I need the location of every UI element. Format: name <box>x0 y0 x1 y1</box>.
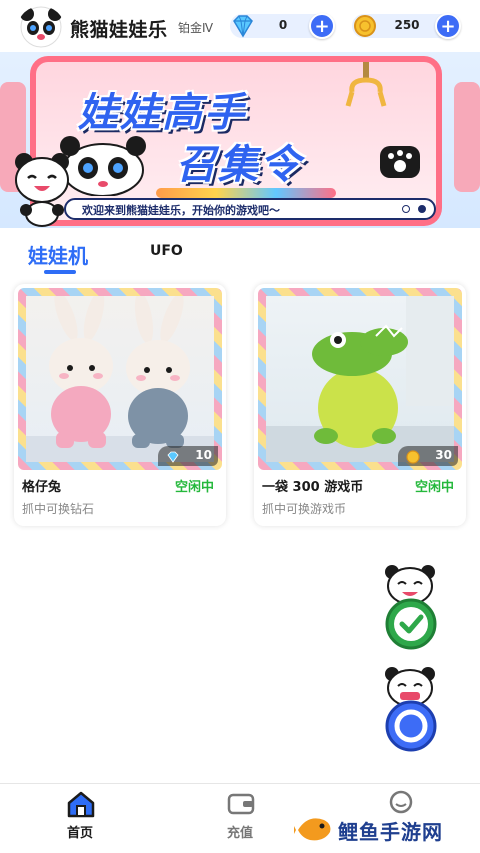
machine-card[interactable]: 30 一袋 300 游戏币 空闲中 抓中可换游戏币 <box>254 284 466 526</box>
crocodile-plush-image <box>266 296 454 462</box>
watermark: 鲤鱼手游网 <box>294 808 474 850</box>
home-icon <box>66 790 96 818</box>
active-tab-indicator <box>44 270 76 274</box>
price-badge: 10 <box>158 446 218 466</box>
nav-recharge[interactable]: 充值 <box>190 784 290 853</box>
panda-mascot-icon <box>15 153 69 227</box>
coin-icon <box>406 449 420 464</box>
nav-recharge-label: 充值 <box>226 826 253 841</box>
carousel-dot-active[interactable] <box>418 205 426 213</box>
add-coins-button[interactable]: + <box>435 13 461 39</box>
add-diamonds-button[interactable]: + <box>309 13 335 39</box>
banner-buttons-row <box>156 188 336 198</box>
app-title: 熊猫娃娃乐 <box>70 19 168 41</box>
machine-status: 空闲中 <box>414 480 454 495</box>
machine-photo: 10 <box>18 288 222 470</box>
promo-banner[interactable]: 娃娃高手 召集令 欢迎来到熊猫娃娃乐，开始你的游戏吧～ <box>0 52 480 228</box>
banner-side-right <box>454 82 480 192</box>
bunny-plush-image <box>26 296 214 462</box>
coin-icon <box>350 11 380 41</box>
coin-balance: 250 + <box>350 11 461 41</box>
top-bar: 熊猫娃娃乐 铂金Ⅳ 0 + 250 + <box>0 0 480 52</box>
diamond-icon <box>228 11 258 41</box>
diamond-icon <box>166 449 180 463</box>
diamond-count: 0 <box>278 18 288 32</box>
machine-status: 空闲中 <box>174 480 214 495</box>
machine-name: 格仔兔 <box>22 480 62 495</box>
rank-label: 铂金Ⅳ <box>178 21 214 35</box>
exchange-float-button[interactable] <box>378 666 444 752</box>
checkin-float-button[interactable] <box>378 564 444 650</box>
category-tabs: 娃娃机 UFO <box>0 228 480 278</box>
watermark-text: 鲤鱼手游网 <box>338 820 443 844</box>
banner-inner: 娃娃高手 召集令 <box>36 62 436 220</box>
carousel-dot[interactable] <box>402 205 410 213</box>
announcement-marquee: 欢迎来到熊猫娃娃乐，开始你的游戏吧～ <box>64 198 436 220</box>
tab-claw-machine[interactable]: 娃娃机 <box>28 240 88 269</box>
nav-home-label: 首页 <box>66 826 93 841</box>
avatar[interactable] <box>18 6 64 48</box>
nav-home[interactable]: 首页 <box>30 784 130 853</box>
machine-name: 一袋 300 游戏币 <box>262 480 364 495</box>
paw-icon <box>380 146 420 178</box>
banner-title-line2: 召集令 <box>176 142 302 188</box>
diamond-balance: 0 + <box>228 11 335 41</box>
price-badge: 30 <box>398 446 458 466</box>
coin-count: 250 <box>394 18 420 32</box>
claw-icon <box>345 62 387 107</box>
price-value: 10 <box>195 448 212 462</box>
banner-title-line1: 娃娃高手 <box>78 90 246 136</box>
marquee-text: 欢迎来到熊猫娃娃乐，开始你的游戏吧～ <box>82 204 280 217</box>
machine-card[interactable]: 10 格仔兔 空闲中 抓中可换钻石 <box>14 284 226 526</box>
machine-reward: 抓中可换游戏币 <box>262 502 347 516</box>
price-value: 30 <box>435 448 452 462</box>
tab-ufo[interactable]: UFO <box>150 243 183 259</box>
machine-photo: 30 <box>258 288 462 470</box>
fish-logo-icon <box>294 818 331 841</box>
machine-reward: 抓中可换钻石 <box>22 502 95 516</box>
wallet-icon <box>226 790 256 818</box>
